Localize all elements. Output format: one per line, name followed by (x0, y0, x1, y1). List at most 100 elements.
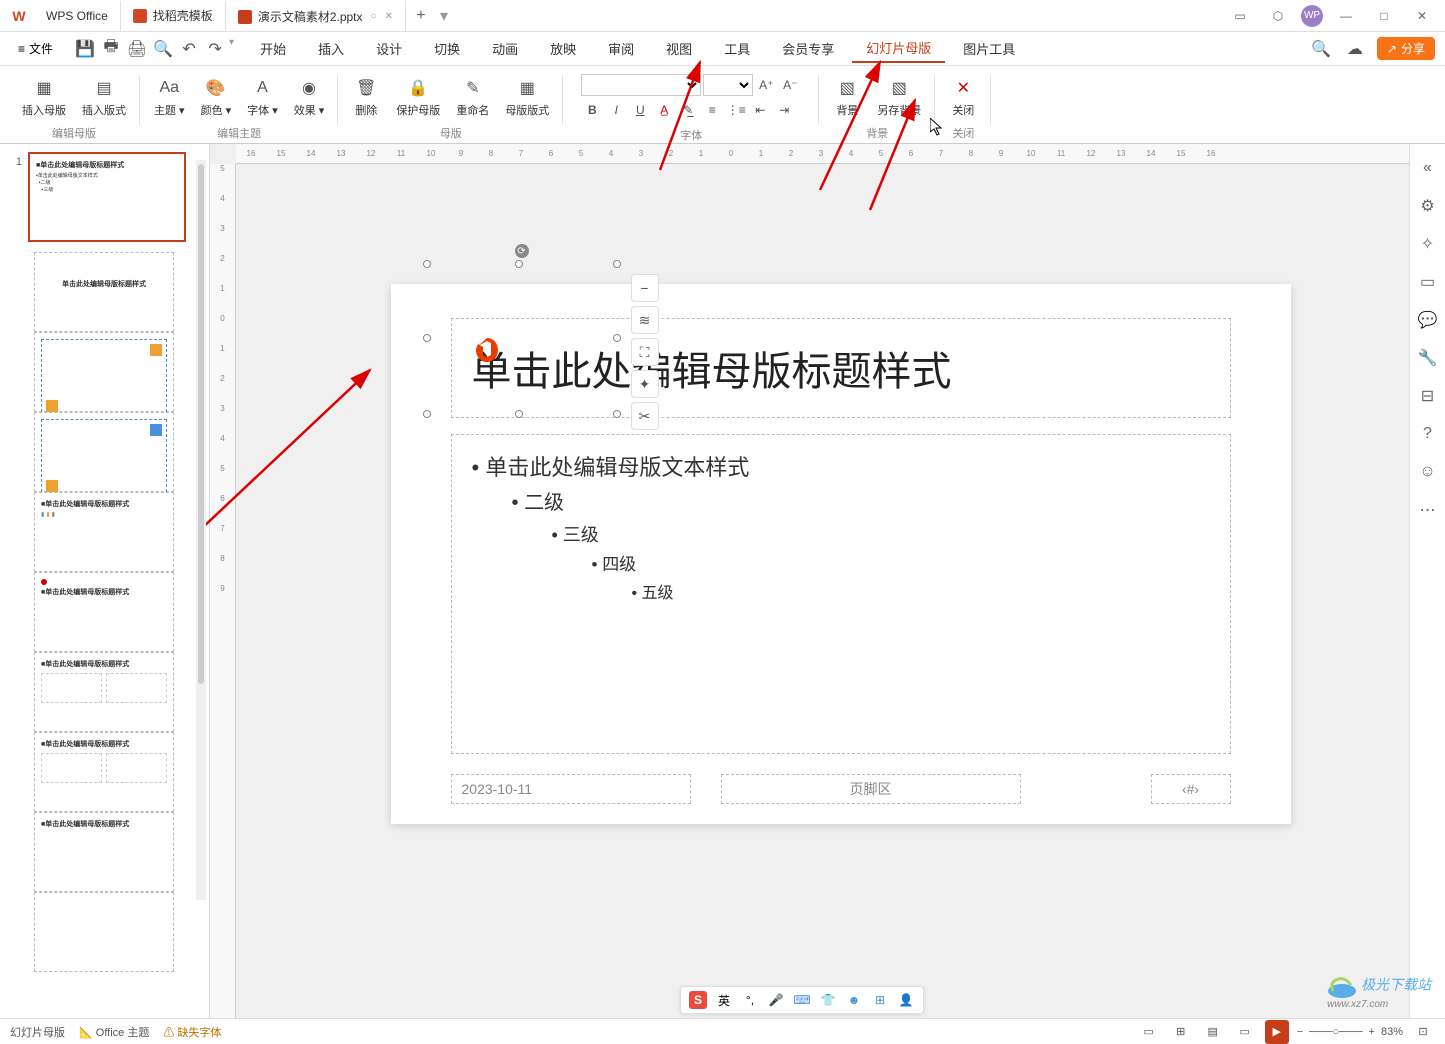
inserted-image-office-logo[interactable] (471, 334, 503, 366)
menu-review[interactable]: 审阅 (594, 35, 648, 62)
rotate-handle-icon[interactable]: ⟳ (515, 244, 529, 258)
qat-undo-icon[interactable]: ↶ (177, 37, 201, 61)
ime-toolbox-icon[interactable]: ⊞ (871, 991, 889, 1009)
numbering-button[interactable]: ⋮≡ (725, 99, 747, 121)
bullets-button[interactable]: ≡ (701, 99, 723, 121)
thumb-layout-8[interactable]: ■单击此处编辑母版标题样式 (34, 812, 174, 892)
menu-slideshow[interactable]: 放映 (536, 35, 590, 62)
increase-indent-button[interactable]: ⇥ (773, 99, 795, 121)
save-background-button[interactable]: ▧另存背景 (871, 74, 927, 120)
thumb-layout-6[interactable]: ■单击此处编辑母版标题样式 (34, 652, 174, 732)
view-normal-icon[interactable]: ⊞ (1169, 1020, 1193, 1044)
increase-font-icon[interactable]: A⁺ (755, 74, 777, 96)
ime-toolbar[interactable]: S 英 °, 🎤 ⌨ 👕 ☻ ⊞ 👤 (680, 986, 924, 1014)
body-level-4[interactable]: 四级 (592, 551, 1210, 580)
view-reading-icon[interactable]: ▭ (1233, 1020, 1257, 1044)
zoom-in-button[interactable]: + (1369, 1026, 1375, 1038)
resize-handle-w[interactable] (423, 334, 431, 342)
body-level-3[interactable]: 三级 (552, 520, 1210, 551)
placeholder-title[interactable]: 单击此处编辑母版标题样式 (451, 318, 1231, 418)
close-master-button[interactable]: ✕关闭 (943, 74, 983, 120)
file-menu-button[interactable]: ≡文件 (10, 36, 61, 61)
view-slideshow-icon[interactable]: ▶ (1265, 1020, 1289, 1044)
thumb-layout-4[interactable]: ■单击此处编辑母版标题样式▮▮▮ (34, 492, 174, 572)
theme-button[interactable]: Aa主题 ▾ (148, 74, 191, 120)
status-theme[interactable]: 📐 Office 主题 (79, 1024, 149, 1040)
effect-button[interactable]: ◉效果 ▾ (288, 74, 331, 120)
float-zoom-out-icon[interactable]: − (631, 274, 659, 302)
rp-feedback-icon[interactable]: ☺ (1416, 460, 1440, 484)
cloud-sync-icon[interactable]: ☁ (1343, 37, 1367, 61)
thumb-layout-3[interactable] (34, 412, 174, 492)
ime-punct-icon[interactable]: °, (741, 991, 759, 1009)
reading-mode-icon[interactable]: ▭ (1225, 1, 1255, 31)
rp-more-icon[interactable]: ⋯ (1416, 498, 1440, 522)
float-tools-icon[interactable]: ✂ (631, 402, 659, 430)
user-avatar[interactable]: WP (1301, 5, 1323, 27)
float-crop-icon[interactable]: ⛶ (631, 338, 659, 366)
thumb-layout-2[interactable] (34, 332, 174, 412)
thumb-layout-5[interactable]: ■单击此处编辑母版标题样式 (34, 572, 174, 652)
qat-print-preview-icon[interactable]: 🖶 (99, 37, 123, 61)
thumb-layout-1[interactable]: 单击此处编辑母版标题样式 (34, 252, 174, 332)
zoom-out-button[interactable]: − (1297, 1026, 1303, 1038)
rp-present-icon[interactable]: ▭ (1416, 270, 1440, 294)
rp-record-icon[interactable]: ⊟ (1416, 384, 1440, 408)
decrease-font-icon[interactable]: A⁻ (779, 74, 801, 96)
italic-button[interactable]: I (605, 99, 627, 121)
thumb-layout-9[interactable] (34, 892, 174, 972)
body-level-2[interactable]: 二级 (512, 486, 1210, 520)
thumb-layout-7[interactable]: ■单击此处编辑母版标题样式 (34, 732, 174, 812)
thumbnail-scrollbar[interactable] (196, 160, 206, 900)
qat-print-icon[interactable]: 🖨 (125, 37, 149, 61)
rp-help-icon[interactable]: ? (1416, 422, 1440, 446)
view-sorter-icon[interactable]: ▤ (1201, 1020, 1225, 1044)
close-window-button[interactable]: ✕ (1407, 1, 1437, 31)
menu-tools[interactable]: 工具 (710, 35, 764, 62)
menu-slide-master[interactable]: 幻灯片母版 (852, 34, 945, 63)
ime-user-icon[interactable]: 👤 (897, 991, 915, 1009)
rp-wrench-icon[interactable]: 🔧 (1416, 346, 1440, 370)
tab-dropdown-icon[interactable]: ▾ (440, 6, 448, 26)
qat-find-icon[interactable]: 🔍 (151, 37, 175, 61)
font-color-button[interactable]: A̲ (653, 99, 675, 121)
resize-handle-nw[interactable] (423, 260, 431, 268)
font-size-select[interactable] (703, 74, 753, 96)
rp-star-icon[interactable]: ✧ (1416, 232, 1440, 256)
search-icon[interactable]: 🔍 (1309, 37, 1333, 61)
menu-vip[interactable]: 会员专享 (768, 35, 848, 62)
underline-button[interactable]: U (629, 99, 651, 121)
protect-master-button[interactable]: 🔒保护母版 (390, 74, 446, 120)
fit-window-icon[interactable]: ⊡ (1411, 1020, 1435, 1044)
float-ai-icon[interactable]: ✦ (631, 370, 659, 398)
menu-insert[interactable]: 插入 (304, 35, 358, 62)
body-level-5[interactable]: 五级 (632, 580, 1210, 607)
ime-keyboard-icon[interactable]: ⌨ (793, 991, 811, 1009)
background-button[interactable]: ▧背景 (827, 74, 867, 120)
view-notes-icon[interactable]: ▭ (1137, 1020, 1161, 1044)
resize-handle-sw[interactable] (423, 410, 431, 418)
tab-document[interactable]: 演示文稿素材2.pptx○✕ (226, 1, 406, 31)
zoom-level[interactable]: 83% (1381, 1026, 1403, 1038)
placeholder-body[interactable]: 单击此处编辑母版文本样式 二级 三级 四级 五级 (451, 434, 1231, 754)
tab-templates[interactable]: 找稻壳模板 (121, 1, 226, 31)
placeholder-date[interactable]: 2023-10-11 (451, 774, 691, 804)
minimize-button[interactable]: — (1331, 1, 1361, 31)
status-font-warning[interactable]: ⚠ 缺失字体 (163, 1024, 221, 1040)
slide-canvas[interactable]: 单击此处编辑母版标题样式 单击此处编辑母版文本样式 二级 三级 四级 五级 20… (391, 284, 1291, 824)
menu-picture-tools[interactable]: 图片工具 (949, 35, 1029, 62)
ime-emoji-icon[interactable]: 👕 (819, 991, 837, 1009)
rp-collapse-icon[interactable]: « (1416, 156, 1440, 180)
placeholder-footer[interactable]: 页脚区 (721, 774, 1021, 804)
zoom-slider[interactable]: ───○─── (1309, 1026, 1362, 1038)
decrease-indent-button[interactable]: ⇤ (749, 99, 771, 121)
delete-button[interactable]: 🗑删除 (346, 74, 386, 120)
tab-add-button[interactable]: + (406, 7, 436, 25)
qat-dropdown-icon[interactable]: ▾ (229, 37, 234, 61)
menu-transition[interactable]: 切换 (420, 35, 474, 62)
resize-handle-ne[interactable] (613, 260, 621, 268)
qat-save-icon[interactable]: 💾 (73, 37, 97, 61)
resize-handle-n[interactable] (515, 260, 523, 268)
float-layers-icon[interactable]: ≋ (631, 306, 659, 334)
cube-icon[interactable]: ⬡ (1263, 1, 1293, 31)
